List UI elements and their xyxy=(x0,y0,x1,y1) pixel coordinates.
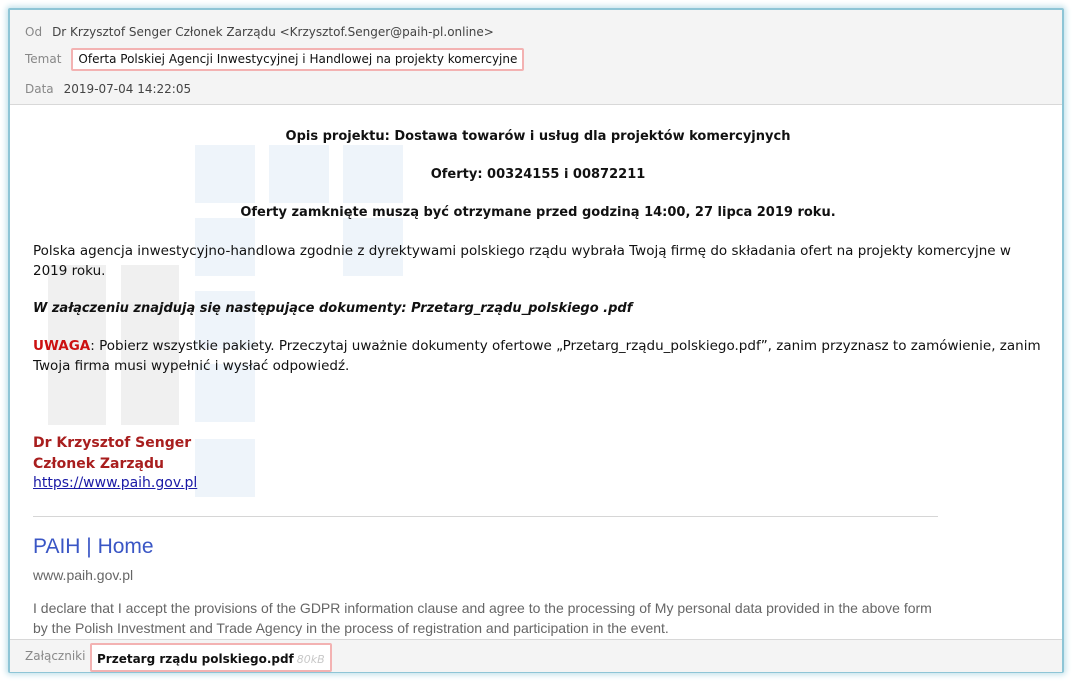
link-preview-description: I declare that I accept the provisions o… xyxy=(33,600,932,636)
signature-title: Członek Zarządu xyxy=(33,456,164,472)
email-header: Od Dr Krzysztof Senger Członek Zarządu <K… xyxy=(10,10,1062,105)
subject-label: Temat xyxy=(25,52,62,66)
email-body[interactable]: Opis projektu: Dostawa towarów i usług d… xyxy=(10,105,1062,638)
signature-link[interactable]: https://www.paih.gov.pl xyxy=(33,475,197,491)
attachments-label: Załączniki xyxy=(25,649,86,663)
date-value: 2019-07-04 14:22:05 xyxy=(63,82,192,96)
attachment-item[interactable]: Przetarg rządu polskiego.pdf 80kB xyxy=(90,643,332,672)
date-label: Data xyxy=(25,82,54,96)
warning-paragraph: UWAGA: Pobierz wszystkie pakiety. Przecz… xyxy=(33,336,1043,376)
subject-value: Oferta Polskiej Agencji Inwestycyjnej i … xyxy=(71,48,525,71)
date-row: Data 2019-07-04 14:22:05 xyxy=(25,82,191,96)
intro-paragraph: Polska agencja inwestycyjno-handlowa zgo… xyxy=(33,243,1011,279)
link-preview-title[interactable]: PAIH | Home xyxy=(33,535,154,559)
signature-name: Dr Krzysztof Senger xyxy=(33,435,192,451)
from-value[interactable]: Dr Krzysztof Senger Członek Zarządu <Krz… xyxy=(52,25,494,39)
warning-text: : Pobierz wszystkie pakiety. Przeczytaj … xyxy=(33,338,1041,374)
link-preview-url: www.paih.gov.pl xyxy=(33,567,134,583)
attachment-name[interactable]: Przetarg rządu polskiego.pdf xyxy=(97,652,294,666)
heading-project-description: Opis projektu: Dostawa towarów i usług d… xyxy=(285,129,791,144)
heading-offers: Oferty: 00324155 i 00872211 xyxy=(430,167,646,182)
attachments-bar: Załączniki Przetarg rządu polskiego.pdf 8… xyxy=(10,639,1062,672)
link-preview-divider xyxy=(33,516,938,517)
email-window: Od Dr Krzysztof Senger Członek Zarządu <K… xyxy=(8,8,1064,673)
attachment-size: 80kB xyxy=(296,653,325,666)
from-row: Od Dr Krzysztof Senger Członek Zarządu <K… xyxy=(25,25,494,39)
warning-label: UWAGA xyxy=(33,338,91,354)
from-label: Od xyxy=(25,25,43,39)
signature: Dr Krzysztof Senger Członek Zarządu http… xyxy=(33,433,197,491)
subject-row: Temat Oferta Polskiej Agencji Inwestycyjn… xyxy=(25,48,525,71)
attachments-note: W załączeniu znajdują się następujące do… xyxy=(33,301,633,316)
heading-deadline: Oferty zamknięte muszą być otrzymane prz… xyxy=(240,205,836,220)
